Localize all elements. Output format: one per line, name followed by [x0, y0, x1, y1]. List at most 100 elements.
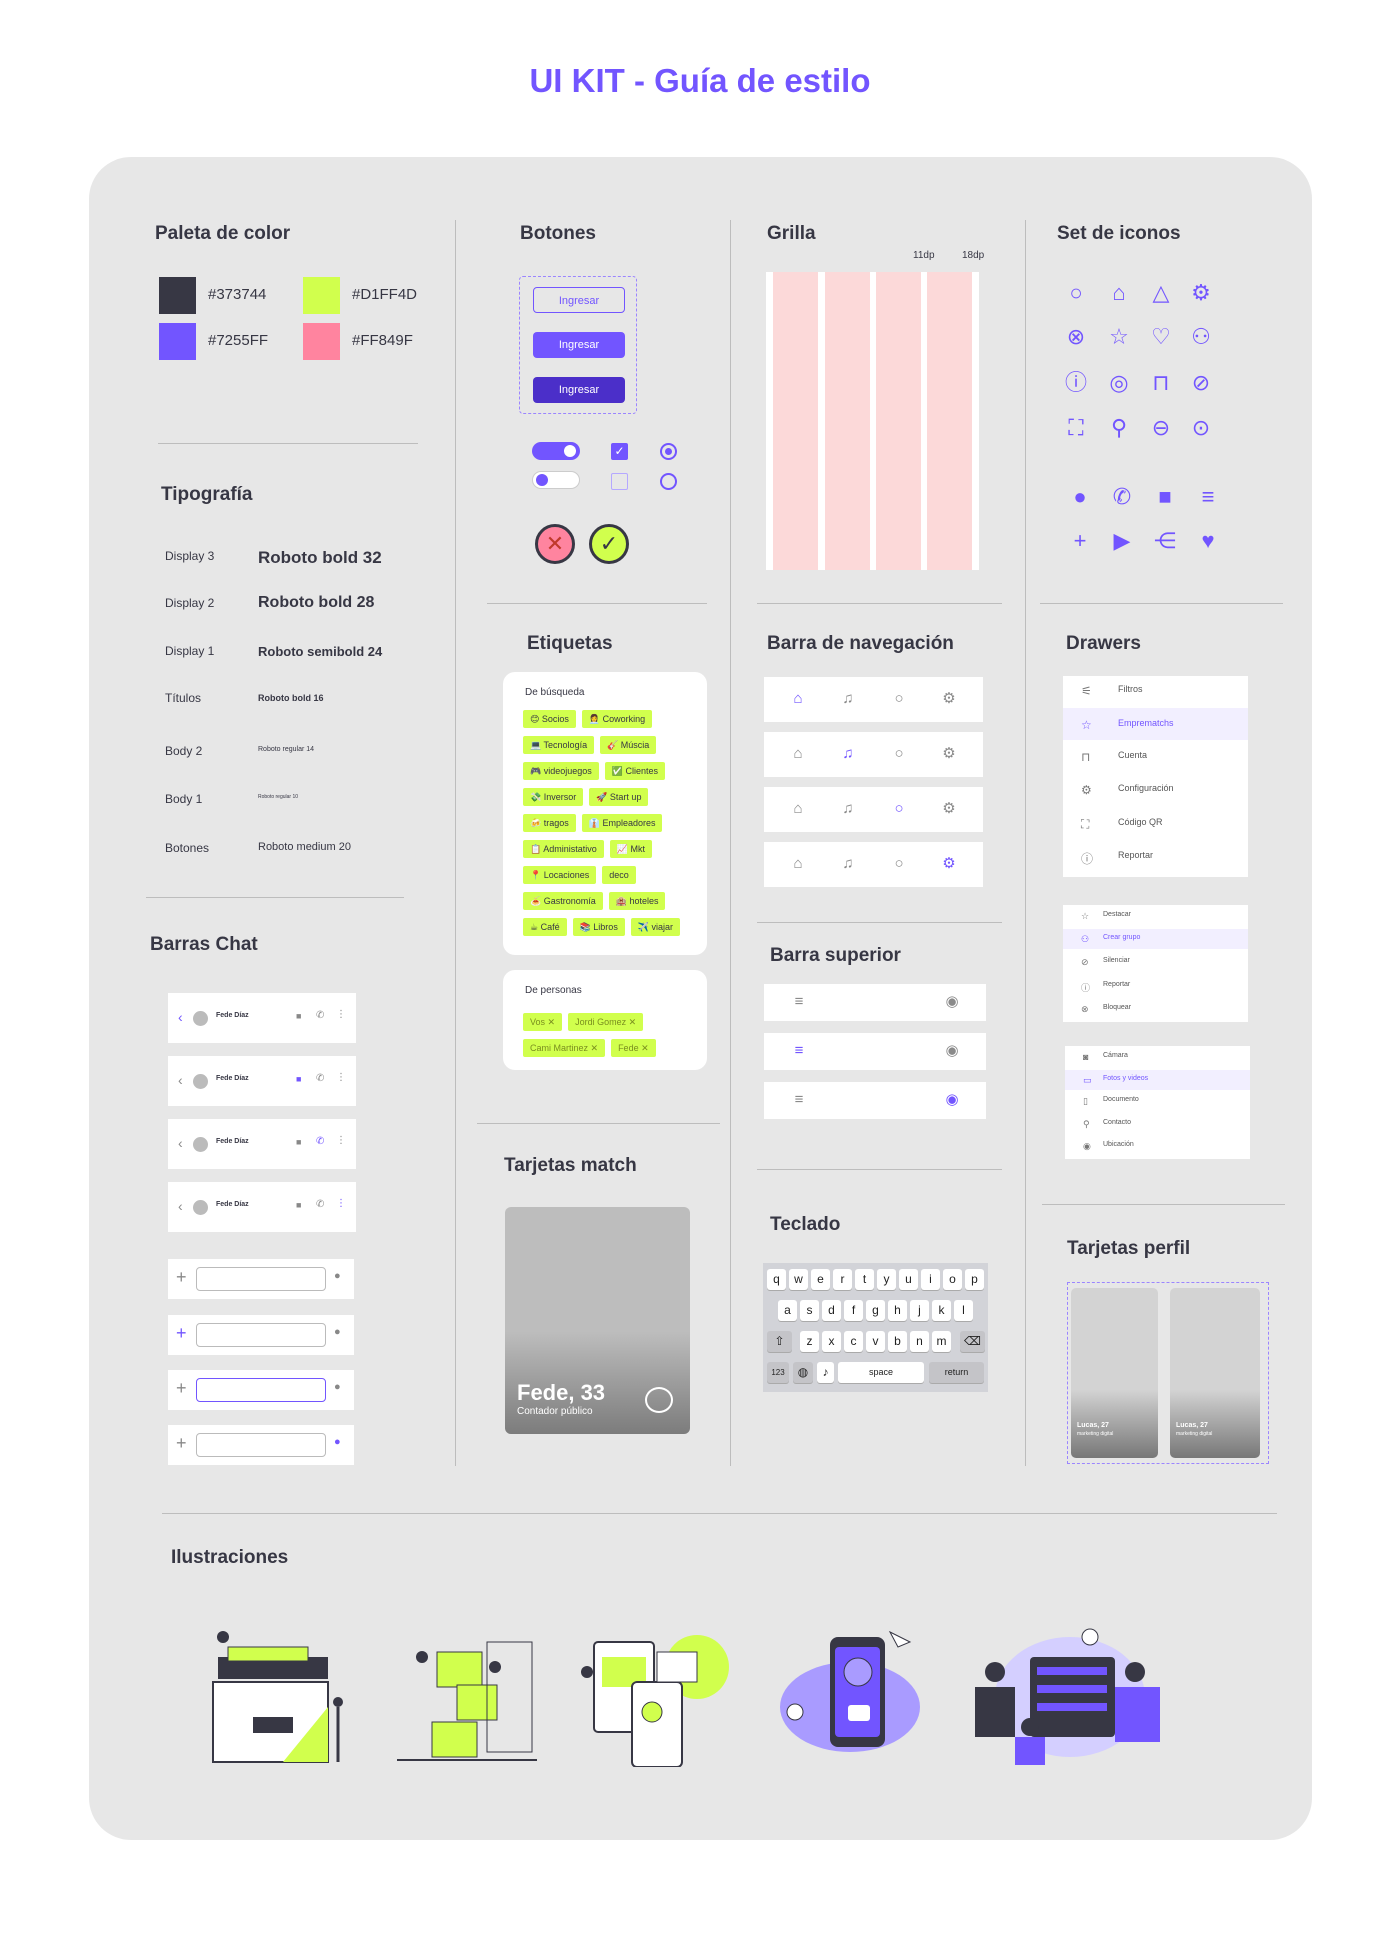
drawer-item-camara[interactable]: ◙ Cámara	[1065, 1052, 1250, 1066]
search-tag-chip[interactable]: ✅ Clientes	[604, 762, 665, 780]
back-arrow-icon[interactable]: ‹	[178, 1135, 183, 1151]
drawer-item-bloquear[interactable]: ⊗ Bloquear	[1063, 1004, 1248, 1018]
drawer-item-reportar[interactable]: ⓘ Reportar	[1063, 981, 1248, 995]
home-icon[interactable]: ⌂	[788, 854, 808, 874]
space-key[interactable]: space	[838, 1362, 924, 1383]
accept-icon[interactable]: ✓	[589, 524, 629, 564]
radio-selected[interactable]	[660, 443, 677, 460]
bell-icon[interactable]: ♫	[838, 854, 858, 874]
profile-icon[interactable]: ◉	[942, 1041, 962, 1061]
drawer-item-fotos-videos[interactable]: ▭ Fotos y videos	[1065, 1070, 1250, 1090]
drawer-item-ubicacion[interactable]: ◉ Ubicación	[1065, 1141, 1250, 1155]
letter-key[interactable]: z	[800, 1331, 819, 1352]
letter-key[interactable]: u	[899, 1269, 918, 1290]
plus-icon[interactable]: +	[176, 1378, 187, 1399]
drawer-item-reportar[interactable]: ⓘ Reportar	[1063, 850, 1248, 868]
profile-icon[interactable]: ◉	[942, 1090, 962, 1110]
letter-key[interactable]: o	[943, 1269, 962, 1290]
toggle-on[interactable]	[532, 442, 580, 460]
chat-icon[interactable]: ○	[889, 854, 909, 874]
plus-icon[interactable]: +	[176, 1267, 187, 1288]
phone-icon[interactable]: ✆	[316, 1010, 324, 1021]
numbers-key[interactable]: 123	[767, 1362, 789, 1383]
video-icon[interactable]: ■	[296, 1137, 301, 1147]
remove-tag-icon[interactable]: ✕	[639, 1043, 649, 1053]
back-arrow-icon[interactable]: ‹	[178, 1072, 183, 1088]
letter-key[interactable]: f	[844, 1300, 863, 1321]
letter-key[interactable]: t	[855, 1269, 874, 1290]
search-tag-chip[interactable]: deco	[602, 866, 636, 884]
search-tag-chip[interactable]: 🎮 videojuegos	[523, 762, 599, 780]
letter-key[interactable]: g	[866, 1300, 885, 1321]
profile-card[interactable]: Lucas, 27 marketing digital	[1170, 1288, 1260, 1458]
gear-icon[interactable]: ⚙	[939, 689, 959, 709]
search-tag-chip[interactable]: ☕ Café	[523, 918, 567, 936]
search-tag-chip[interactable]: ✈️ viajar	[630, 918, 681, 936]
person-tag-chip[interactable]: Cami Martinez ✕	[523, 1039, 606, 1057]
microphone-icon[interactable]: ●	[334, 1436, 341, 1448]
video-icon[interactable]: ■	[296, 1200, 301, 1210]
remove-tag-icon[interactable]: ✕	[545, 1017, 556, 1027]
drawer-item-destacar[interactable]: ☆ Destacar	[1063, 911, 1248, 925]
plus-icon[interactable]: +	[176, 1433, 187, 1454]
microphone-icon[interactable]: ●	[334, 1270, 341, 1282]
phone-icon[interactable]: ✆	[316, 1136, 324, 1147]
search-tag-chip[interactable]: 📍 Locaciones	[523, 866, 597, 884]
search-tag-chip[interactable]: 🍻 tragos	[523, 814, 576, 832]
letter-key[interactable]: x	[822, 1331, 841, 1352]
gear-icon[interactable]: ⚙	[939, 744, 959, 764]
plus-icon[interactable]: +	[176, 1323, 187, 1344]
search-tag-chip[interactable]: 👔 Empleadores	[581, 814, 663, 832]
chat-icon[interactable]: ○	[889, 799, 909, 819]
letter-key[interactable]: w	[789, 1269, 808, 1290]
pressed-button[interactable]: Ingresar	[533, 377, 625, 403]
profile-icon[interactable]: ◉	[942, 992, 962, 1012]
search-tag-chip[interactable]: 📚 Libros	[572, 918, 625, 936]
drawer-item-emprematchs[interactable]: ☆ Emprematchs	[1063, 708, 1248, 740]
letter-key[interactable]: s	[800, 1300, 819, 1321]
person-tag-chip[interactable]: Vos ✕	[523, 1013, 563, 1031]
letter-key[interactable]: p	[965, 1269, 984, 1290]
message-input[interactable]	[196, 1378, 326, 1402]
letter-key[interactable]: d	[822, 1300, 841, 1321]
backspace-key[interactable]: ⌫	[960, 1331, 985, 1352]
letter-key[interactable]: b	[888, 1331, 907, 1352]
message-input[interactable]	[196, 1433, 326, 1457]
microphone-icon[interactable]: ●	[334, 1326, 341, 1338]
bell-icon[interactable]: ♫	[838, 744, 858, 764]
radio-unselected[interactable]	[660, 473, 677, 490]
bell-icon[interactable]: ♫	[838, 799, 858, 819]
checkbox-unchecked[interactable]	[611, 473, 628, 490]
letter-key[interactable]: y	[877, 1269, 896, 1290]
person-tag-chip[interactable]: Fede ✕	[611, 1039, 656, 1057]
drawer-item-codigo-qr[interactable]: ⛶ Código QR	[1063, 817, 1248, 835]
person-tag-chip[interactable]: Jordi Gomez ✕	[568, 1013, 644, 1031]
letter-key[interactable]: k	[932, 1300, 951, 1321]
chat-icon[interactable]: ○	[889, 744, 909, 764]
menu-icon[interactable]: ≡	[789, 1041, 809, 1061]
chat-bubble-icon[interactable]	[645, 1387, 673, 1413]
drawer-item-configuracion[interactable]: ⚙ Configuración	[1063, 783, 1248, 801]
more-icon[interactable]: ⋮	[336, 1072, 346, 1083]
video-icon[interactable]: ■	[296, 1074, 301, 1084]
letter-key[interactable]: m	[932, 1331, 951, 1352]
drawer-item-silenciar[interactable]: ⊘ Silenciar	[1063, 957, 1248, 971]
video-icon[interactable]: ■	[296, 1011, 301, 1021]
more-icon[interactable]: ⋮	[336, 1135, 346, 1146]
drawer-item-crear-grupo[interactable]: ⚇ Crear grupo	[1063, 929, 1248, 949]
letter-key[interactable]: i	[921, 1269, 940, 1290]
search-tag-chip[interactable]: 🏨 hoteles	[608, 892, 666, 910]
letter-key[interactable]: r	[833, 1269, 852, 1290]
globe-key[interactable]: ◍	[793, 1362, 813, 1383]
home-icon[interactable]: ⌂	[788, 689, 808, 709]
menu-icon[interactable]: ≡	[789, 992, 809, 1012]
home-icon[interactable]: ⌂	[788, 744, 808, 764]
drawer-item-documento[interactable]: ▯ Documento	[1065, 1096, 1250, 1110]
letter-key[interactable]: j	[910, 1300, 929, 1321]
return-key[interactable]: return	[929, 1362, 984, 1383]
letter-key[interactable]: h	[888, 1300, 907, 1321]
message-input[interactable]	[196, 1323, 326, 1347]
drawer-item-cuenta[interactable]: ⊓ Cuenta	[1063, 750, 1248, 768]
letter-key[interactable]: n	[910, 1331, 929, 1352]
back-arrow-icon[interactable]: ‹	[178, 1009, 183, 1025]
